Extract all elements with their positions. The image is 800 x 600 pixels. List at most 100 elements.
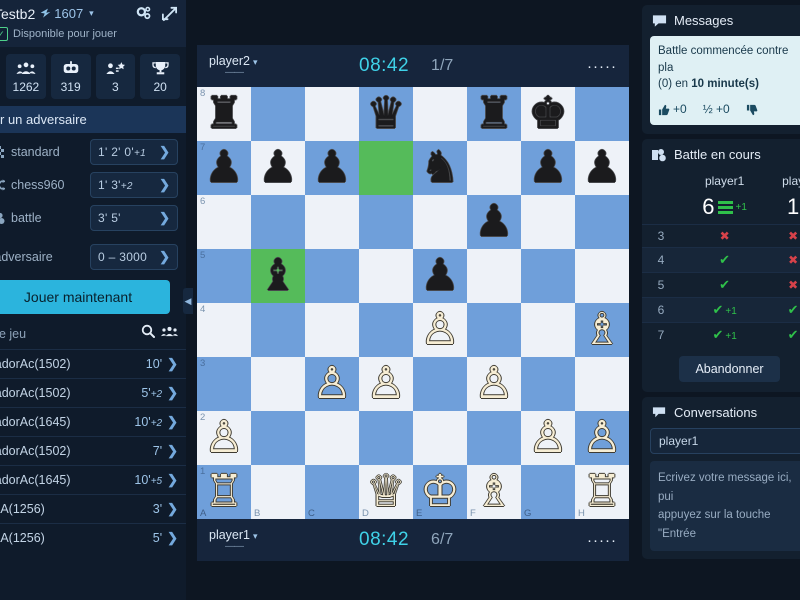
board-square-g6[interactable] [521,195,575,249]
board-square-g7[interactable]: ♟ [521,141,575,195]
board-square-g1[interactable]: G [521,465,575,519]
board-square-a6[interactable]: 6 [197,195,251,249]
chess-board[interactable]: 8 ♜ ♛ ♜ ♚ 7 ♟ ♟ ♟ ♞ ♟ ♟ 6 ♟ 5 ♝ ♟ 4 ♙ ♗ 3 ♙ ♙ ♙ 2 ♙ ♙ ♙ 1 A ♖ B C D ♕ E ♔ F ♗ G… [197,87,629,519]
board-square-f6[interactable]: ♟ [467,195,521,249]
list-item[interactable]: ladorAc(1502) 5'+2 ❯ [0,378,186,407]
list-item[interactable]: ladorAc(1502) 7' ❯ [0,436,186,465]
availability-toggle[interactable]: ✓ Disponible pour jouer [0,27,178,41]
board-square-g5[interactable] [521,249,575,303]
board-square-a3[interactable]: 3 [197,357,251,411]
board-square-d8[interactable]: ♛ [359,87,413,141]
board-square-e8[interactable] [413,87,467,141]
piece-white-pawn-f3[interactable]: ♙ [474,362,513,406]
reaction-draw[interactable]: ½ +0 [703,101,730,118]
piece-black-rook-f8[interactable]: ♜ [474,92,513,136]
piece-white-pawn-d3[interactable]: ♙ [366,362,405,406]
piece-white-pawn-e4[interactable]: ♙ [420,308,459,352]
list-item[interactable]: AA(1256) 5' ❯ [0,523,186,552]
board-square-e1[interactable]: E ♔ [413,465,467,519]
self-menu-icon[interactable]: ····· [587,532,617,549]
chevron-right-icon[interactable]: ❯ [159,177,170,193]
piece-black-rook-a8[interactable]: ♜ [204,92,243,136]
board-square-f8[interactable]: ♜ [467,87,521,141]
chevron-right-icon[interactable]: ❯ [167,385,178,401]
piece-white-pawn-h2[interactable]: ♙ [582,416,621,460]
stat-friends[interactable]: 3 [95,54,136,99]
self-name[interactable]: player1 ▾ [209,528,359,542]
opponent-menu-icon[interactable]: ····· [587,58,617,75]
message-composer[interactable]: Ecrivez votre message ici, pui appuyez s… [650,461,800,551]
board-square-f7[interactable] [467,141,521,195]
piece-black-bishop-b5[interactable]: ♝ [258,254,297,298]
board-square-a8[interactable]: 8 ♜ [197,87,251,141]
option-standard-control[interactable]: 1' 2' 0'+1 ❯ [90,139,178,165]
piece-white-bishop-h4[interactable]: ♗ [582,308,621,352]
piece-white-rook-a1[interactable]: ♖ [204,470,243,514]
board-square-a2[interactable]: 2 ♙ [197,411,251,465]
piece-black-pawn-b7[interactable]: ♟ [258,146,297,190]
board-square-e5[interactable]: ♟ [413,249,467,303]
board-square-c8[interactable] [305,87,359,141]
chevron-down-icon[interactable]: ▾ [89,8,94,19]
reaction-thumbs-down[interactable] [746,104,758,116]
piece-black-pawn-c7[interactable]: ♟ [312,146,351,190]
board-square-a5[interactable]: 5 [197,249,251,303]
board-square-h4[interactable]: ♗ [575,303,629,357]
board-square-d7[interactable] [359,141,413,195]
piece-black-pawn-e5[interactable]: ♟ [420,254,459,298]
piece-white-pawn-a2[interactable]: ♙ [204,416,243,460]
board-square-a4[interactable]: 4 [197,303,251,357]
chevron-right-icon[interactable]: ❯ [167,414,178,430]
board-square-h6[interactable] [575,195,629,249]
piece-black-pawn-g7[interactable]: ♟ [528,146,567,190]
option-battle-control[interactable]: 3' 5' ❯ [90,205,178,231]
piece-white-bishop-f1[interactable]: ♗ [474,470,513,514]
board-square-c6[interactable] [305,195,359,249]
stat-online-players[interactable]: 1262 [6,54,46,99]
stat-tournaments[interactable]: 20 [140,54,180,99]
board-square-g8[interactable]: ♚ [521,87,575,141]
board-square-e3[interactable] [413,357,467,411]
piece-black-pawn-h7[interactable]: ♟ [582,146,621,190]
chevron-right-icon[interactable]: ❯ [167,443,178,459]
chevron-right-icon[interactable]: ❯ [159,144,170,160]
board-square-g2[interactable]: ♙ [521,411,575,465]
board-square-b5[interactable]: ♝ [251,249,305,303]
gears-icon[interactable] [135,5,152,22]
board-square-h2[interactable]: ♙ [575,411,629,465]
expand-arrows-icon[interactable] [161,5,178,22]
list-item[interactable]: ladorAc(1645) 10'+5 ❯ [0,465,186,494]
list-item[interactable]: AA(1256) 3' ❯ [0,494,186,523]
board-square-c2[interactable] [305,411,359,465]
board-square-b7[interactable]: ♟ [251,141,305,195]
chevron-right-icon[interactable]: ❯ [159,210,170,226]
board-square-b2[interactable] [251,411,305,465]
opponent-name[interactable]: player2 ▾ [209,54,359,68]
chevron-right-icon[interactable]: ❯ [167,472,178,488]
list-item[interactable]: ladorAc(1502) 10' ❯ [0,349,186,378]
play-now-button[interactable]: Jouer maintenant [0,280,170,314]
board-square-b6[interactable] [251,195,305,249]
list-item[interactable]: ladorAc(1645) 10'+2 ❯ [0,407,186,436]
chevron-right-icon[interactable]: ❯ [167,501,178,517]
chevron-right-icon[interactable]: ❯ [167,356,178,372]
piece-white-queen-d1[interactable]: ♕ [366,470,405,514]
availability-checkbox[interactable]: ✓ [0,27,8,41]
board-square-e4[interactable]: ♙ [413,303,467,357]
board-square-d5[interactable] [359,249,413,303]
piece-black-pawn-f6[interactable]: ♟ [474,200,513,244]
stat-bots[interactable]: 319 [50,54,91,99]
option-rating-range-control[interactable]: 0 – 3000 ❯ [90,244,178,270]
board-square-h1[interactable]: H ♖ [575,465,629,519]
chevron-right-icon[interactable]: ❯ [159,249,170,265]
board-square-d4[interactable] [359,303,413,357]
board-square-c3[interactable]: ♙ [305,357,359,411]
board-square-e7[interactable]: ♞ [413,141,467,195]
piece-white-king-e1[interactable]: ♔ [420,470,459,514]
board-square-h8[interactable] [575,87,629,141]
username-label[interactable]: Testb2 [0,6,35,22]
search-icon[interactable] [141,324,155,343]
abandon-button[interactable]: Abandonner [679,356,780,383]
board-square-d3[interactable]: ♙ [359,357,413,411]
piece-white-rook-h1[interactable]: ♖ [582,470,621,514]
